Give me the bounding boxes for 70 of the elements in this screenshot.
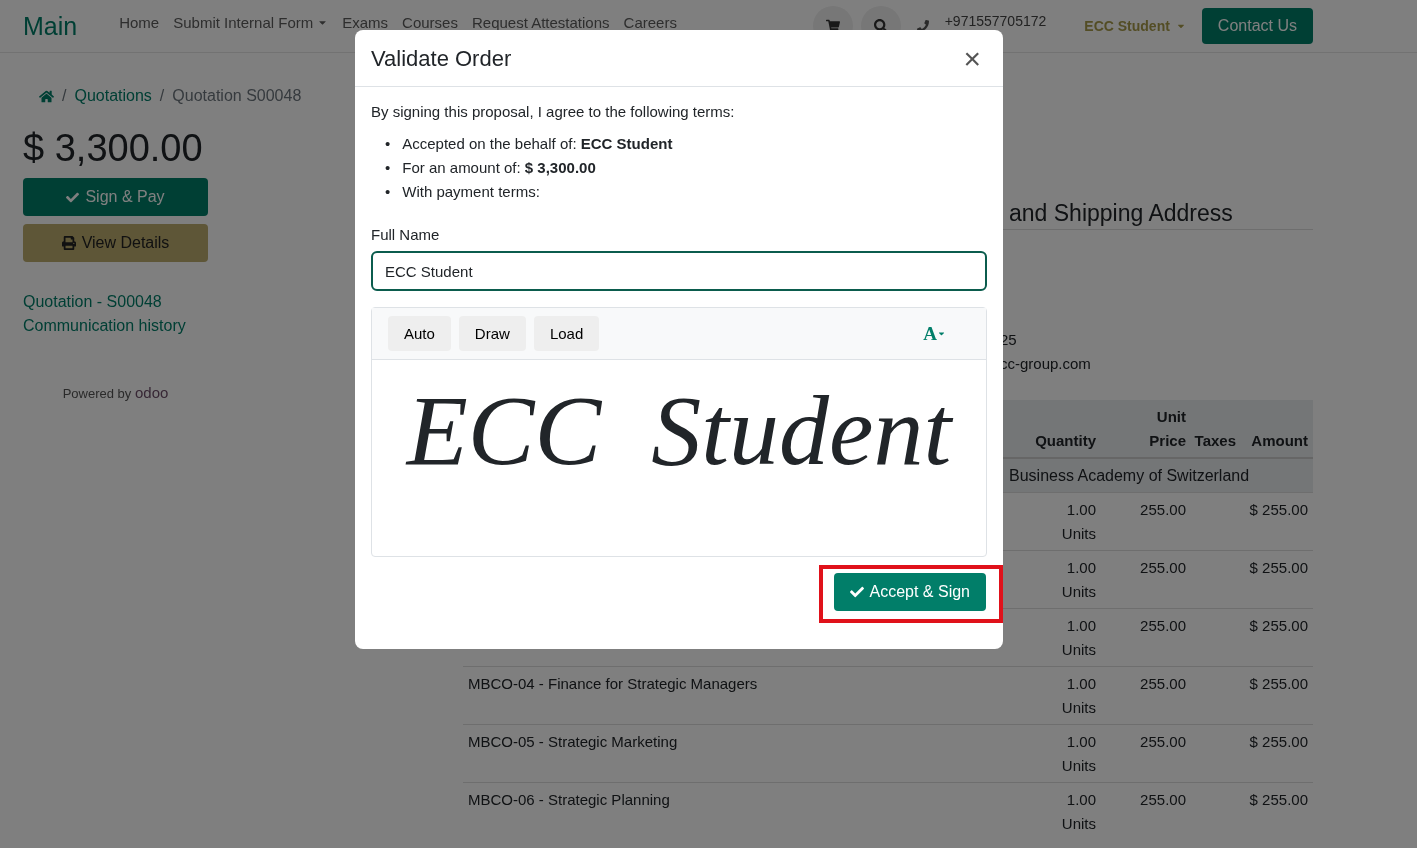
print-icon [61, 236, 76, 250]
term-item: Accepted on the behalf of: ECC Student [402, 134, 673, 154]
signature-text: ECC Student [406, 376, 952, 486]
column-header: Amount [1250, 431, 1308, 451]
bullet: • [385, 158, 391, 178]
total-amount: $ 3,300.00 [23, 127, 204, 170]
sidebar-link[interactable]: Quotation - S00048 [23, 290, 208, 314]
table-cell: 255.00 [1140, 559, 1186, 576]
table-cell-text: 1.00 Units [1060, 558, 1096, 602]
nav-link[interactable]: Submit Internal Form [173, 13, 329, 31]
table-cell: $ 255.00 [1249, 675, 1308, 692]
table-cell: $ 255.00 [1249, 791, 1308, 808]
section-row-title: Business Academy of Switzerland [1009, 467, 1250, 484]
table-cell-text: 1.00 Units [1060, 616, 1096, 660]
full-name-field[interactable]: ECC Student [371, 251, 987, 291]
signature-mode-button[interactable]: Load [533, 316, 600, 351]
dialog-title: Validate Order [371, 46, 512, 72]
signature-mode-button[interactable]: Draw [458, 316, 526, 351]
sign-pay-button[interactable]: Sign & Pay [23, 178, 208, 216]
table-cell: $ 255.00 [1249, 501, 1308, 518]
table-cell: MBCO-04 - Finance for Strategic Managers [468, 675, 758, 692]
table-cell: 255.00 [1140, 617, 1186, 634]
odoo-logo: odoo [134, 384, 169, 401]
table-cell: MBCO-05 - Strategic Marketing [468, 733, 678, 750]
table-cell: $ 255.00 [1249, 559, 1308, 576]
accept-sign-button[interactable]: Accept & Sign [833, 573, 986, 611]
table-cell-text: 1.00 Units [1060, 674, 1096, 718]
table-cell: 255.00 [1140, 733, 1186, 750]
font-button[interactable]: A [917, 321, 952, 346]
user-menu[interactable]: ECC Student [1084, 18, 1186, 34]
breadcrumb-separator: / [62, 87, 67, 105]
column-header: Unit Price [1148, 407, 1186, 451]
contact-button[interactable]: Contact Us [1201, 8, 1313, 44]
nav-link[interactable]: Careers [623, 13, 677, 31]
caret-icon [937, 329, 946, 338]
breadcrumb-separator: / [159, 87, 165, 105]
breadcrumb-current: Quotation S00048 [172, 87, 302, 105]
home-icon[interactable] [39, 88, 54, 104]
check-icon [849, 585, 864, 599]
table-cell-text: 1.00 Units [1060, 790, 1096, 834]
bullet: • [385, 134, 391, 154]
column-header: Taxes [1193, 431, 1236, 451]
nav-link[interactable]: Request Attestations [471, 13, 610, 31]
table-cell: 255.00 [1140, 791, 1186, 808]
breadcrumb-link[interactable]: Quotations [74, 87, 152, 105]
powered-by-text: Powered by [62, 386, 133, 401]
term-item: With payment terms: [402, 182, 540, 202]
term-item: For an amount of: $ 3,300.00 [402, 158, 596, 178]
address-line: cc-group.com [1000, 355, 1091, 372]
phone-number: +971557705172 [944, 13, 1047, 29]
table-cell: 255.00 [1140, 675, 1186, 692]
column-header: Quantity [1034, 431, 1096, 451]
table-cell: MBCO-06 - Strategic Planning [468, 791, 670, 808]
nav-link[interactable]: Exams [342, 13, 389, 31]
check-icon [66, 190, 80, 204]
sidebar-link[interactable]: Communication history [23, 314, 208, 338]
view-details-button[interactable]: View Details [23, 224, 208, 262]
signature-mode-button[interactable]: Auto [388, 316, 451, 351]
table-cell: $ 255.00 [1249, 617, 1308, 634]
table-cell: 255.00 [1140, 501, 1186, 518]
close-button[interactable]: × [957, 44, 987, 74]
intro-text: By signing this proposal, I agree to the following terms: [371, 103, 736, 120]
nav-link[interactable]: Home [119, 13, 160, 31]
nav-link[interactable]: Courses [402, 13, 458, 31]
table-cell-text: 1.00 Units [1060, 732, 1096, 776]
logo-image-alt: Main [23, 11, 78, 41]
table-cell: $ 255.00 [1249, 733, 1308, 750]
table-cell-text: 1.00 Units [1060, 500, 1096, 544]
field-label: Full Name [371, 226, 441, 243]
bullet: • [385, 182, 391, 202]
